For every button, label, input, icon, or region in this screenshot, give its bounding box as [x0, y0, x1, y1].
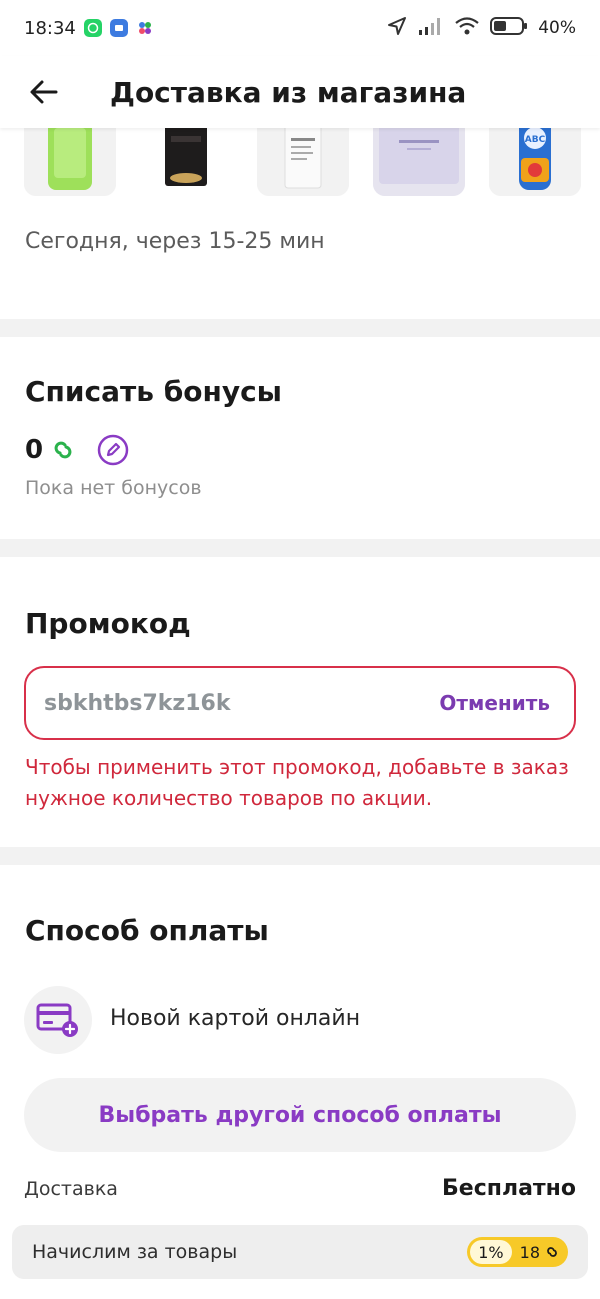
battery-icon [490, 16, 528, 41]
new-card-icon-wrap [24, 986, 92, 1054]
bonuses-title: Списать бонусы [25, 375, 282, 408]
product-thumb[interactable]: ABC [489, 128, 581, 196]
promo-code-value: sbkhtbs7kz16k [44, 690, 231, 716]
delivery-time: Сегодня, через 15-25 мин [25, 229, 325, 254]
payment-method-label[interactable]: Новой картой онлайн [110, 1006, 360, 1031]
accrual-percent: 1% [470, 1240, 512, 1264]
product-thumb[interactable] [257, 128, 349, 196]
card-add-icon [36, 1003, 78, 1037]
arrow-left-icon [30, 80, 58, 104]
status-time: 18:34 [24, 17, 76, 39]
app-bar: Доставка из магазина [0, 56, 600, 128]
status-bar: 18:34 40% [0, 0, 600, 56]
promo-title: Промокод [25, 607, 191, 640]
bonus-accrual-label: Начислим за товары [32, 1241, 238, 1263]
page-title: Доставка из магазина [110, 75, 467, 109]
bonus-row: 0 [25, 434, 129, 466]
back-button[interactable] [24, 72, 64, 112]
choose-other-payment-button[interactable]: Выбрать другой способ оплаты [24, 1078, 576, 1152]
accrual-points: 18 [519, 1242, 540, 1262]
bonus-empty-text: Пока нет бонусов [25, 477, 202, 499]
product-thumb[interactable] [140, 128, 232, 196]
accrual-points-wrap: 18 [512, 1243, 565, 1262]
section-divider [0, 319, 600, 337]
bonus-accrual-row[interactable]: Начислим за товары 1% 18 [12, 1225, 588, 1279]
wifi-icon [454, 16, 480, 41]
product-thumbnails: ABC [0, 128, 600, 198]
signal-icon [418, 16, 444, 41]
section-divider [0, 847, 600, 865]
battery-percent: 40% [538, 18, 576, 38]
payment-title: Способ оплаты [25, 914, 269, 947]
svg-text:ABC: ABC [525, 135, 546, 145]
bonus-accrual-badge: 1% 18 [467, 1237, 568, 1267]
dots-app-icon [136, 19, 154, 37]
whatsapp-icon [83, 19, 102, 37]
bonus-coin-icon [547, 1247, 557, 1257]
product-thumb[interactable] [24, 128, 116, 196]
section-divider [0, 539, 600, 557]
product-thumb[interactable] [373, 128, 465, 196]
messages-icon [109, 19, 128, 37]
delivery-cost-value: Бесплатно [442, 1176, 576, 1201]
bonus-coin-icon [51, 438, 75, 462]
bonus-value: 0 [25, 435, 44, 465]
location-arrow-icon [386, 15, 408, 42]
edit-bonus-button[interactable] [97, 434, 129, 466]
pencil-icon [97, 434, 129, 466]
promo-error-text: Чтобы применить этот промокод, добавьте … [25, 755, 569, 810]
delivery-cost-label: Доставка [24, 1177, 118, 1200]
promo-input[interactable]: sbkhtbs7kz16k Отменить [24, 666, 576, 740]
promo-cancel-button[interactable]: Отменить [439, 691, 550, 715]
delivery-cost-row: Доставка Бесплатно [24, 1176, 576, 1201]
